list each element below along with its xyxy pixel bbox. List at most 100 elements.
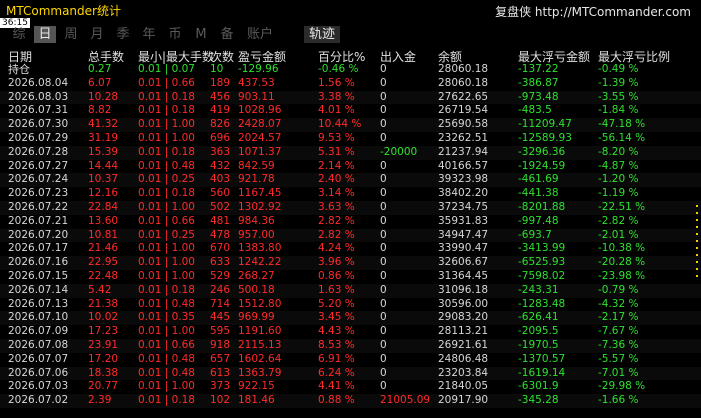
date-cell: 2026.07.08 <box>8 338 69 351</box>
pct-cell: 1.63 % <box>318 283 355 296</box>
max-dd-percent-cell: -2.01 % <box>598 228 639 241</box>
table-row[interactable]: 2026.07.17 21.46 0.01 | 1.00 670 1383.80 4.24… <box>0 242 701 256</box>
pnl-cell: -129.96 <box>238 63 279 75</box>
max-dd-amount-cell: -1619.14 <box>518 366 566 379</box>
date-cell: 2026.07.21 <box>8 214 69 227</box>
pnl-cell: 1302.92 <box>238 200 282 213</box>
tab-3[interactable]: 月 <box>86 26 108 43</box>
max-dd-amount-cell: -973.48 <box>518 90 559 103</box>
table-row[interactable]: 2026.07.09 17.23 0.01 | 1.00 595 1191.60 4.43… <box>0 325 701 339</box>
date-cell: 2026.07.07 <box>8 352 69 365</box>
table-row[interactable]: 2026.07.07 17.20 0.01 | 0.48 657 1602.64 6.91… <box>0 353 701 367</box>
tab-9[interactable]: 账户 <box>244 26 276 43</box>
table-row[interactable]: 2026.07.20 10.81 0.01 | 0.25 478 957.00 2.82 … <box>0 228 701 243</box>
tab-8[interactable]: 备 <box>216 26 238 43</box>
flow-cell: 0 <box>380 366 387 379</box>
max-dd-percent-cell: -22.51 % <box>598 200 646 213</box>
lots-cell: 18.38 <box>88 366 119 379</box>
scroll-indicator[interactable] <box>693 200 701 320</box>
table-row[interactable]: 2026.07.13 21.38 0.01 | 0.48 714 1512.80 5.20… <box>0 298 701 312</box>
table-row[interactable]: 2026.07.30 41.32 0.01 | 1.00 826 2428.07 10.4… <box>0 118 701 132</box>
balance-cell: 23203.84 <box>438 366 489 379</box>
count-cell: 403 <box>210 173 231 186</box>
table-row[interactable]: 2026.07.21 13.60 0.01 | 0.66 481 984.36 2.82 … <box>0 215 701 229</box>
flow-cell: 0 <box>380 173 387 186</box>
tab-4[interactable]: 季 <box>112 26 134 43</box>
tab-2[interactable]: 周 <box>60 26 82 43</box>
max-dd-amount-cell: -2095.5 <box>518 325 559 338</box>
pct-cell: 3.14 % <box>318 187 355 200</box>
table-row[interactable]: 2026.07.28 15.39 0.01 | 0.18 363 1071.37 5.31… <box>0 145 701 160</box>
lots-cell: 21.46 <box>88 242 119 255</box>
tab-5[interactable]: 年 <box>138 26 160 43</box>
site-link[interactable]: 复盘侠 http://MTCommander.com <box>495 3 691 20</box>
date-cell: 2026.07.22 <box>8 200 69 213</box>
table-row[interactable]: 2026.08.04 6.07 0.01 | 0.66 189 437.53 1.56 %… <box>0 77 701 91</box>
table-row[interactable]: 2026.07.31 8.82 0.01 | 0.18 419 1028.96 4.01 … <box>0 104 701 118</box>
max-dd-amount-cell: -12589.93 <box>518 131 572 144</box>
max-dd-percent-cell: -0.49 % <box>598 63 639 75</box>
table-row[interactable]: 2026.07.16 22.95 0.01 | 1.00 633 1242.22 3.96… <box>0 256 701 270</box>
table-row[interactable]: 2026.07.06 18.38 0.01 | 0.48 613 1363.79 6.24… <box>0 366 701 381</box>
tab-7[interactable]: M <box>190 26 212 43</box>
max-dd-amount-cell: -1283.48 <box>518 297 566 310</box>
count-cell: 246 <box>210 283 231 296</box>
max-dd-percent-cell: -7.67 % <box>598 325 639 338</box>
summary-row[interactable]: 持仓 0.27 0.01 | 0.07 10 -129.96 -0.46 % 0 28060.… <box>0 63 701 77</box>
tab-1[interactable]: 日 <box>34 26 56 43</box>
balance-cell: 27622.65 <box>438 90 489 103</box>
title-bar: MTCommander统计 36:15 复盘侠 http://MTCommand… <box>0 0 701 28</box>
pct-cell: 2.14 % <box>318 159 355 172</box>
tab-0[interactable]: 综 <box>8 26 30 43</box>
table-row[interactable]: 2026.07.15 22.48 0.01 | 1.00 529 268.27 0.86 … <box>0 270 701 284</box>
minmax-cell: 0.01 | 1.00 <box>138 242 195 255</box>
pct-cell: 1.56 % <box>318 76 355 89</box>
pct-cell: -0.46 % <box>318 63 359 75</box>
lots-cell: 22.95 <box>88 256 119 269</box>
table-row[interactable]: 2026.07.10 10.02 0.01 | 0.35 445 969.99 3.45 … <box>0 311 701 326</box>
lots-cell: 14.44 <box>88 159 119 172</box>
pct-cell: 2.40 % <box>318 173 355 186</box>
lots-cell: 21.38 <box>88 297 119 310</box>
table-row[interactable]: 2026.07.24 10.37 0.01 | 0.25 403 921.78 2.40 … <box>0 173 701 188</box>
lots-cell: 13.60 <box>88 214 119 227</box>
lots-cell: 20.77 <box>88 380 119 393</box>
pnl-cell: 957.00 <box>238 228 275 241</box>
count-cell: 696 <box>210 131 231 144</box>
max-dd-amount-cell: -6301.9 <box>518 380 559 393</box>
flow-cell: 0 <box>380 118 387 131</box>
table-row[interactable]: 2026.07.27 14.44 0.01 | 0.48 432 842.59 2.14 … <box>0 160 701 174</box>
count-cell: 363 <box>210 145 231 158</box>
lots-cell: 10.81 <box>88 228 119 241</box>
max-dd-percent-cell: -56.14 % <box>598 131 646 144</box>
max-dd-percent-cell: -3.55 % <box>598 90 639 103</box>
tab-6[interactable]: 币 <box>164 26 186 43</box>
max-dd-amount-cell: -1970.5 <box>518 338 559 351</box>
date-cell: 2026.07.30 <box>8 118 69 131</box>
pnl-cell: 500.18 <box>238 283 275 296</box>
pnl-cell: 984.36 <box>238 214 275 227</box>
stats-table[interactable]: 持仓 0.27 0.01 | 0.07 10 -129.96 -0.46 % 0 28060.… <box>0 63 701 418</box>
lots-cell: 31.19 <box>88 131 119 144</box>
minmax-cell: 0.01 | 0.18 <box>138 394 195 407</box>
table-row[interactable]: 2026.07.03 20.77 0.01 | 1.00 373 922.15 4.41 … <box>0 380 701 394</box>
table-row[interactable]: 2026.07.02 2.39 0.01 | 0.18 102 181.46 0.88 %… <box>0 394 701 408</box>
table-row[interactable]: 2026.07.08 23.91 0.01 | 0.66 918 2115.13 8.53… <box>0 338 701 353</box>
flow-cell: 0 <box>380 228 387 241</box>
table-row[interactable]: 2026.07.22 22.84 0.01 | 1.00 502 1302.92 3.63… <box>0 200 701 215</box>
minmax-cell: 0.01 | 0.18 <box>138 104 195 117</box>
date-cell: 2026.07.23 <box>8 187 69 200</box>
count-cell: 502 <box>210 200 231 213</box>
count-cell: 478 <box>210 228 231 241</box>
minmax-cell: 0.01 | 1.00 <box>138 200 195 213</box>
table-row[interactable]: 2026.07.29 31.19 0.01 | 1.00 696 2024.57 9.53… <box>0 132 701 146</box>
count-cell: 670 <box>210 242 231 255</box>
minmax-cell: 0.01 | 0.07 <box>138 63 195 75</box>
pct-cell: 4.01 % <box>318 104 355 117</box>
table-row[interactable]: 2026.07.14 5.42 0.01 | 0.18 246 500.18 1.63 %… <box>0 283 701 298</box>
table-row[interactable]: 2026.07.23 12.16 0.01 | 0.18 560 1167.45 3.14… <box>0 187 701 201</box>
table-row[interactable]: 2026.08.03 10.28 0.01 | 0.18 456 903.11 3.38 … <box>0 90 701 105</box>
pnl-cell: 1191.60 <box>238 325 282 338</box>
pnl-cell: 1383.80 <box>238 242 282 255</box>
track-button[interactable]: 轨迹 <box>304 26 341 43</box>
